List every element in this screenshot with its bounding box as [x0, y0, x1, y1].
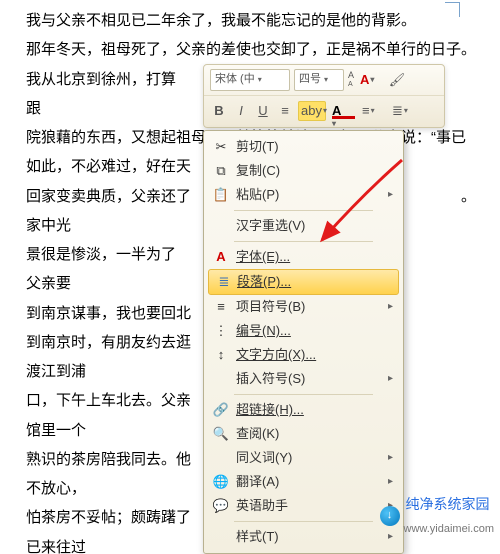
menu-label: 粘贴(P) — [236, 182, 279, 207]
format-painter-button[interactable]: 🖌 — [388, 71, 406, 89]
menu-translate[interactable]: 🌐翻译(A) ▸ — [206, 470, 401, 494]
chevron-down-icon: ▾ — [258, 72, 262, 88]
translate-icon: 🌐 — [212, 469, 230, 494]
font-size-stepper[interactable]: AA — [348, 71, 354, 89]
list-button[interactable]: ≣ — [390, 102, 416, 120]
submenu-arrow-icon: ▸ — [388, 297, 393, 317]
menu-label: 字体(E)... — [236, 244, 290, 269]
menu-label: 插入符号(S) — [236, 366, 305, 391]
font-size-value: 四号 — [299, 69, 321, 90]
body-text: 那年冬天，祖母死了，父亲的差使也交卸了，正是祸不单行的日子。 — [26, 35, 490, 64]
menu-numbering[interactable]: ⋮编号(N)... — [206, 319, 401, 343]
menu-hyperlink[interactable]: 🔗超链接(H)... — [206, 398, 401, 422]
cut-icon: ✂ — [212, 134, 230, 159]
menu-separator — [234, 241, 373, 242]
menu-cut[interactable]: ✂剪切(T) — [206, 135, 401, 159]
watermark-url: www.yidaimei.com — [404, 519, 494, 540]
underline-button[interactable]: U — [254, 102, 272, 120]
paste-icon: 📋 — [212, 182, 230, 207]
menu-style[interactable]: 样式(T)▸ — [206, 525, 401, 549]
submenu-arrow-icon: ▸ — [388, 185, 393, 205]
menu-label: 查阅(K) — [236, 421, 279, 446]
context-menu: ✂剪切(T) ⧉复制(C) 📋粘贴(P)▸ 汉字重选(V) A字体(E)... … — [203, 130, 404, 554]
indent-button[interactable]: ≡ — [360, 102, 386, 120]
menu-label: 英语助手 — [236, 493, 288, 518]
menu-label: 复制(C) — [236, 158, 280, 183]
menu-label: 文字方向(X)... — [236, 342, 316, 367]
font-name-value: 宋体 (中 — [215, 69, 255, 90]
hyperlink-icon: 🔗 — [212, 397, 230, 422]
menu-text-direction[interactable]: ↕文字方向(X)... — [206, 343, 401, 367]
copy-icon: ⧉ — [212, 158, 230, 183]
direction-icon: ↕ — [212, 342, 230, 367]
font-style-button[interactable]: A — [358, 71, 384, 89]
menu-copy[interactable]: ⧉复制(C) — [206, 159, 401, 183]
menu-recombine[interactable]: 汉字重选(V) — [206, 214, 401, 238]
italic-button[interactable]: I — [232, 102, 250, 120]
highlight-button[interactable]: aby — [298, 101, 326, 121]
numbering-icon: ⋮ — [212, 318, 230, 343]
menu-label: 超链接(H)... — [236, 397, 304, 422]
menu-paste[interactable]: 📋粘贴(P) ▸ — [206, 183, 401, 207]
font-color-button[interactable]: A — [330, 102, 356, 120]
menu-insert-symbol[interactable]: 插入符号(S) ▸ — [206, 367, 401, 391]
menu-lookup[interactable]: 🔍查阅(K) — [206, 422, 401, 446]
watermark-brand: 纯净系统家园 — [406, 491, 494, 518]
menu-label: 样式(T) — [236, 524, 279, 549]
font-icon: A — [212, 244, 230, 269]
menu-label: 剪切(T) — [236, 134, 279, 159]
menu-label: 编号(N)... — [236, 318, 291, 343]
menu-separator — [234, 521, 373, 522]
bullets-icon: ≡ — [212, 294, 230, 319]
menu-bullets[interactable]: ≡项目符号(B) ▸ — [206, 295, 401, 319]
bold-button[interactable]: B — [210, 102, 228, 120]
watermark: ↓ 纯净系统家园 www.yidaimei.com — [380, 491, 494, 540]
menu-separator — [234, 210, 373, 211]
toolbar-row-1: 宋体 (中▾ 四号▾ AA A 🖌 — [204, 65, 444, 96]
mini-format-toolbar: 宋体 (中▾ 四号▾ AA A 🖌 B I U ≡ aby A ≡ ≣ — [203, 64, 445, 128]
menu-label: 项目符号(B) — [236, 294, 305, 319]
menu-english-assistant[interactable]: 💬英语助手▸ — [206, 494, 401, 518]
menu-label: 同义词(Y) — [236, 445, 292, 470]
submenu-arrow-icon: ▸ — [388, 448, 393, 468]
menu-font[interactable]: A字体(E)... — [206, 245, 401, 269]
menu-label: 汉字重选(V) — [236, 213, 305, 238]
font-name-select[interactable]: 宋体 (中▾ — [210, 69, 290, 91]
lookup-icon: 🔍 — [212, 421, 230, 446]
submenu-arrow-icon: ▸ — [388, 369, 393, 389]
menu-synonym[interactable]: 同义词(Y) ▸ — [206, 446, 401, 470]
assistant-icon: 💬 — [212, 493, 230, 518]
submenu-arrow-icon: ▸ — [388, 472, 393, 492]
font-size-select[interactable]: 四号▾ — [294, 69, 344, 91]
toolbar-row-2: B I U ≡ aby A ≡ ≣ — [204, 96, 444, 126]
paragraph-icon: ≣ — [215, 269, 233, 294]
watermark-logo-icon: ↓ — [380, 506, 400, 526]
menu-label: 翻译(A) — [236, 469, 279, 494]
align-button[interactable]: ≡ — [276, 102, 294, 120]
menu-paragraph[interactable]: ≣段落(P)... — [208, 269, 399, 295]
chevron-down-icon: ▾ — [324, 72, 328, 88]
page-corner-mark — [445, 2, 460, 17]
menu-label: 段落(P)... — [237, 269, 291, 294]
body-text: 我与父亲不相见已二年余了，我最不能忘记的是他的背影。 — [26, 6, 490, 35]
menu-separator — [234, 394, 373, 395]
